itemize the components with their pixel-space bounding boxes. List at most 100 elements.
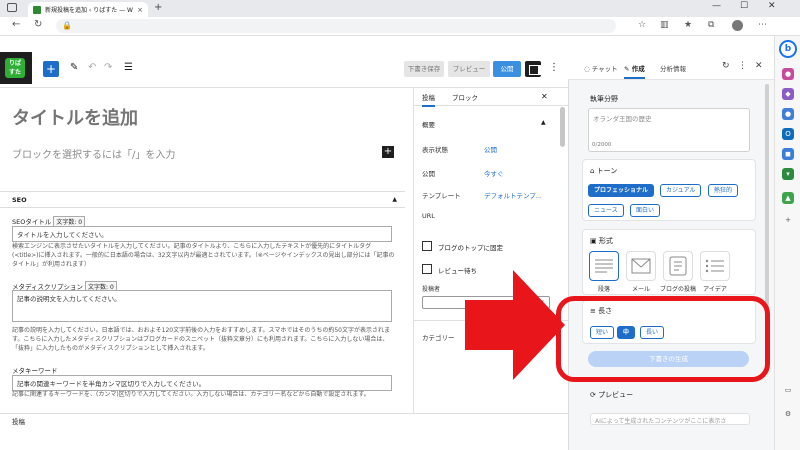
copilot-scrollbar[interactable] — [765, 84, 769, 324]
split-screen-icon[interactable]: ▥ — [660, 20, 669, 30]
block-placeholder[interactable]: ブロックを選択するには「/」を入力 — [12, 146, 175, 161]
maximize-button[interactable]: ☐ — [740, 1, 748, 11]
tone-casual[interactable]: カジュアル — [660, 184, 702, 197]
collapse-icon[interactable]: ▲ — [392, 196, 397, 203]
settings-close-icon[interactable]: ✕ — [541, 92, 548, 101]
blog-post-icon — [669, 256, 687, 276]
sidebar-settings-icon[interactable]: ⚙ — [782, 408, 794, 420]
preview-button[interactable]: プレビュー — [448, 61, 490, 77]
seo-panel-header[interactable]: SEO ▲ — [0, 191, 405, 208]
meta-keyword-help: 記事に関連するキーワードを、(カンマ)区切りで入力してください。入力しない場合は… — [12, 391, 370, 398]
summary-collapse-icon[interactable]: ▲ — [541, 119, 546, 126]
template-label: テンプレート — [422, 192, 461, 200]
profile-avatar[interactable] — [732, 20, 743, 34]
lock-icon: 🔒 — [62, 21, 72, 30]
sidebar-add-icon[interactable]: + — [782, 214, 794, 226]
preview-label: ⟳ プレビュー — [590, 391, 634, 399]
tab-title: 新規投稿を追加 ‹ りばすた — Wor — [45, 7, 134, 14]
redo-icon[interactable]: ↷ — [104, 62, 112, 73]
browser-menu-icon[interactable]: ⋯ — [758, 20, 767, 30]
tab-block[interactable]: ブロック — [452, 92, 478, 102]
back-button[interactable]: ← — [12, 19, 20, 30]
topic-textarea[interactable]: オランダ王国の歴史 — [588, 108, 750, 152]
window-close-button[interactable]: ✕ — [768, 1, 776, 11]
visibility-label: 表示状態 — [422, 146, 448, 154]
settings-scrollbar[interactable] — [560, 107, 565, 147]
paragraph-lines-icon — [595, 259, 613, 273]
envelope-icon — [631, 258, 651, 274]
tone-professional[interactable]: プロフェッショナル — [588, 184, 655, 197]
refresh-icon[interactable]: ↻ — [722, 61, 730, 71]
sticky-label: ブログのトップに固定 — [438, 244, 503, 252]
sidebar-tree-icon[interactable]: ▲ — [782, 192, 794, 204]
red-arrow-annotation — [465, 270, 565, 380]
seo-heading: SEO — [12, 196, 27, 204]
undo-icon[interactable]: ↶ — [88, 62, 96, 73]
settings-toggle-icon[interactable] — [525, 61, 541, 77]
url-label: URL — [422, 212, 435, 220]
browser-tab[interactable]: 新規投稿を追加 ‹ りばすた — Wor × — [28, 2, 148, 17]
favorites-icon[interactable]: ★ — [684, 20, 692, 30]
site-logo-mark: りば すた — [5, 58, 25, 78]
list-view-icon[interactable]: ☰ — [124, 62, 133, 73]
template-value[interactable]: デフォルトテンプ... — [484, 190, 542, 200]
author-label: 投稿者 — [422, 286, 441, 293]
tone-label: ⌂ トーン — [590, 167, 618, 175]
pending-review-checkbox[interactable] — [422, 264, 432, 274]
copilot-tab-insights[interactable]: 分析情報 — [660, 63, 686, 73]
publish-label: 公開 — [422, 170, 435, 178]
sidebar-people-icon[interactable]: ● — [782, 108, 794, 120]
preview-placeholder: AIによって生成されたコンテンツがここに表示さ — [590, 413, 750, 425]
post-title[interactable]: タイトルを追加 — [12, 104, 138, 130]
copilot-tab-chat[interactable]: ◌ チャット — [584, 63, 618, 73]
bing-copilot-icon[interactable]: b — [779, 40, 797, 58]
sidebar-outlook-icon[interactable]: O — [782, 128, 794, 140]
sidebar-shopping-icon[interactable]: ▾ — [782, 168, 794, 180]
tone-enthusiastic[interactable]: 熱狂的 — [708, 184, 739, 197]
publish-date-value[interactable]: 今すぐ — [484, 168, 504, 178]
meta-description-input[interactable]: 記事の説明文を入力してください。 — [12, 290, 392, 322]
editor-breadcrumb[interactable]: 投稿 — [0, 413, 568, 426]
open-in-tab-icon[interactable]: ⋮ — [738, 61, 747, 71]
summary-title[interactable]: 概要 — [422, 119, 435, 129]
options-icon[interactable]: ⋮ — [549, 62, 559, 73]
reload-button[interactable]: ↻ — [34, 19, 42, 30]
tone-funny[interactable]: 面白い — [630, 204, 661, 217]
workspaces-icon[interactable] — [7, 3, 17, 12]
sticky-checkbox[interactable] — [422, 241, 432, 251]
category-panel-title[interactable]: カテゴリー — [422, 332, 455, 342]
meta-description-help: 記事の説明を入力してください。日本語では、おおよそ120文字前後の入力をおすすめ… — [12, 327, 390, 352]
topic-char-counter: 0/2000 — [592, 142, 612, 148]
browser-tabbar: 新規投稿を追加 ‹ りばすた — Wor × + — ☐ ✕ — [0, 0, 800, 17]
topic-label: 執筆分野 — [590, 95, 618, 103]
sidebar-search-icon[interactable]: ● — [782, 68, 794, 80]
tone-news[interactable]: ニュース — [588, 204, 624, 217]
url-field[interactable]: 🔒 — [56, 19, 616, 33]
site-logo[interactable]: りば すた — [0, 52, 32, 84]
format-email-label: メール — [631, 286, 650, 293]
copilot-close-icon[interactable]: ✕ — [755, 61, 763, 71]
copilot-tab-compose[interactable]: ✎ 作成 — [624, 63, 645, 79]
tab-close-icon[interactable]: × — [137, 6, 143, 14]
tab-post[interactable]: 投稿 — [422, 92, 435, 107]
address-bar-row: ← ↻ 🔒 ☆ ▥ ★ ⧉ ⋯ — [0, 17, 800, 36]
new-tab-button[interactable]: + — [154, 2, 162, 13]
collections-icon[interactable]: ⧉ — [708, 20, 714, 30]
favorites-star-icon[interactable]: ☆ — [638, 20, 646, 30]
minimize-button[interactable]: — — [712, 1, 721, 11]
inline-add-block-button[interactable]: + — [382, 146, 394, 158]
seo-title-help: 検索エンジンに表示させたいタイトルを入力してください。記事のタイトルより、こちら… — [12, 243, 395, 268]
sidebar-layout-icon[interactable]: ▭ — [782, 384, 794, 396]
format-ideas-label: アイデア — [703, 286, 727, 293]
format-blog-label: ブログの投稿 — [659, 286, 696, 293]
seo-title-input[interactable]: タイトルを入力してください。 — [12, 226, 392, 242]
sidebar-tools-icon[interactable]: ◆ — [782, 88, 794, 100]
meta-keyword-input[interactable]: 記事の関連キーワードを半角カンマ区切りで入力してください。 — [12, 375, 392, 391]
publish-button[interactable]: 公開 — [493, 61, 521, 77]
visibility-value[interactable]: 公開 — [484, 144, 497, 154]
sidebar-office-icon[interactable]: ◼ — [782, 148, 794, 160]
meta-keyword-label: メタキーワード — [12, 367, 58, 375]
edit-tool-icon[interactable]: ✎ — [70, 62, 78, 73]
save-draft-button[interactable]: 下書き保存 — [404, 61, 444, 77]
add-block-button[interactable]: + — [43, 61, 59, 77]
